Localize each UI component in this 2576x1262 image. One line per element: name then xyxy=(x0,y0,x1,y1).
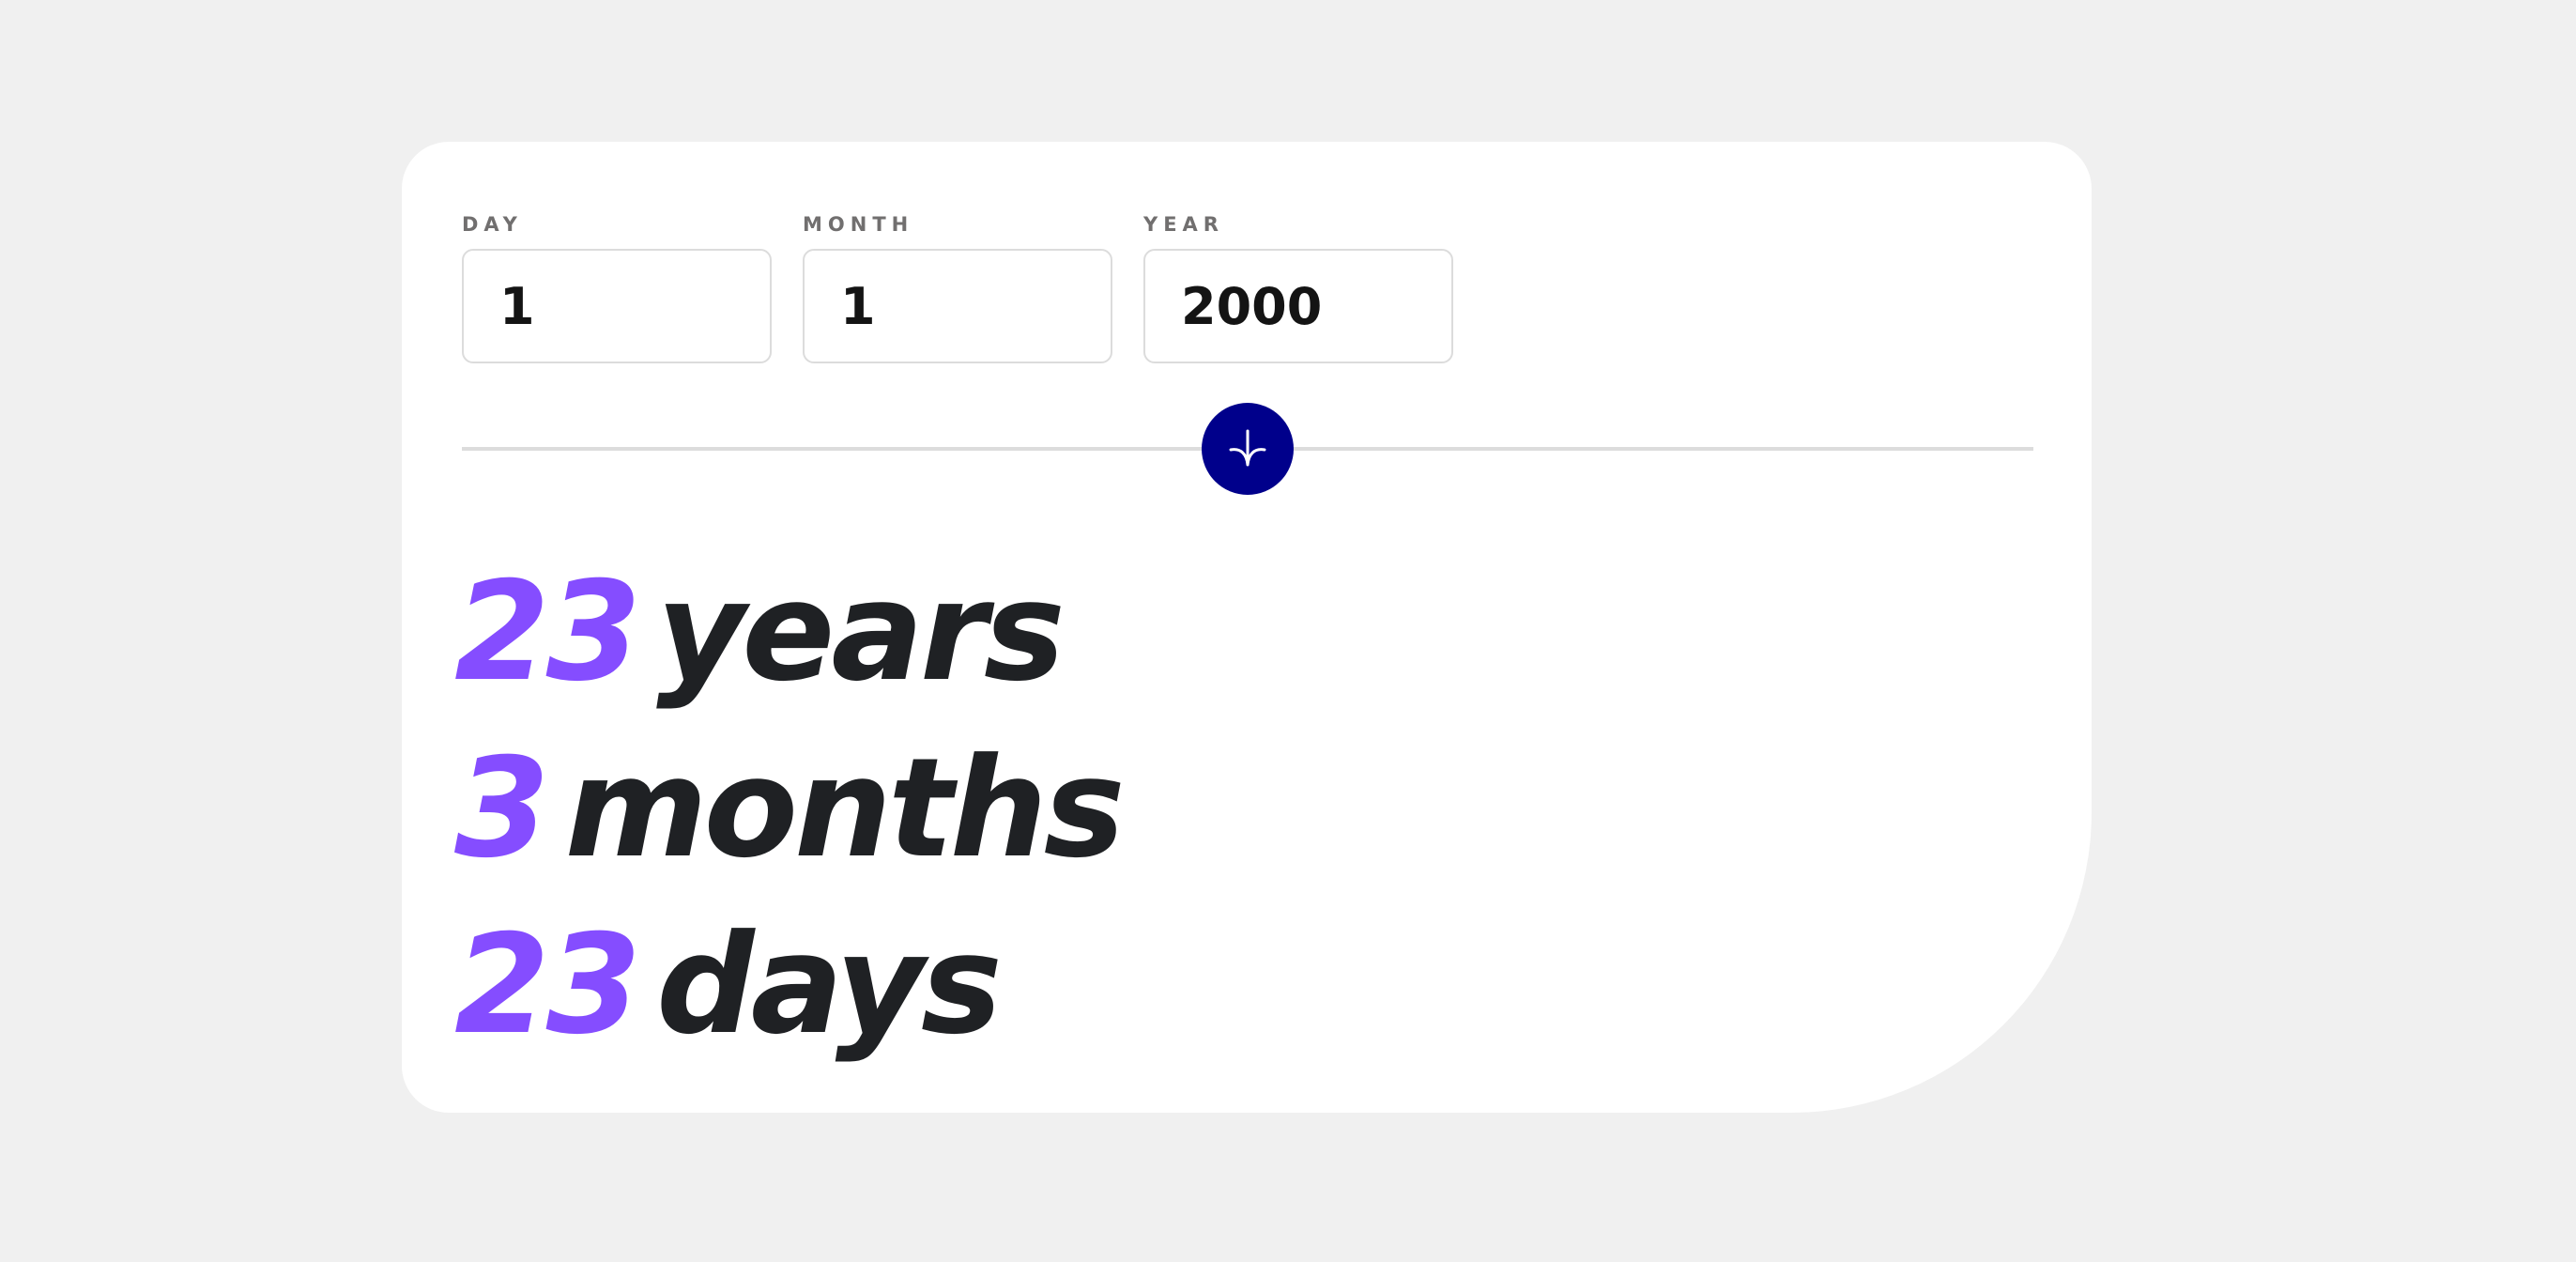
day-label: DAY xyxy=(462,213,523,236)
date-input-group: DAY MONTH YEAR xyxy=(462,211,1453,363)
days-result: 23 days xyxy=(454,897,1122,1073)
month-field-group: MONTH xyxy=(803,211,1112,363)
days-unit: days xyxy=(656,905,1003,1065)
year-label: YEAR xyxy=(1143,213,1224,236)
year-input[interactable] xyxy=(1143,249,1453,363)
years-unit: years xyxy=(656,552,1066,712)
day-field-group: DAY xyxy=(462,211,772,363)
arrow-down-icon xyxy=(1229,429,1266,467)
month-input[interactable] xyxy=(803,249,1112,363)
results-section: 23 years 3 months 23 days xyxy=(454,544,1126,1073)
day-input[interactable] xyxy=(462,249,772,363)
submit-button[interactable] xyxy=(1202,403,1294,495)
months-unit: months xyxy=(564,729,1126,888)
years-value: 23 xyxy=(454,552,641,712)
months-result: 3 months xyxy=(454,720,1126,897)
days-value: 23 xyxy=(454,905,641,1065)
year-field-group: YEAR xyxy=(1143,211,1453,363)
months-value: 3 xyxy=(454,729,550,888)
age-calculator-card: DAY MONTH YEAR 23years 3months 23days xyxy=(402,142,2092,1113)
month-label: MONTH xyxy=(803,213,914,236)
years-result: 23 years xyxy=(454,544,1122,720)
